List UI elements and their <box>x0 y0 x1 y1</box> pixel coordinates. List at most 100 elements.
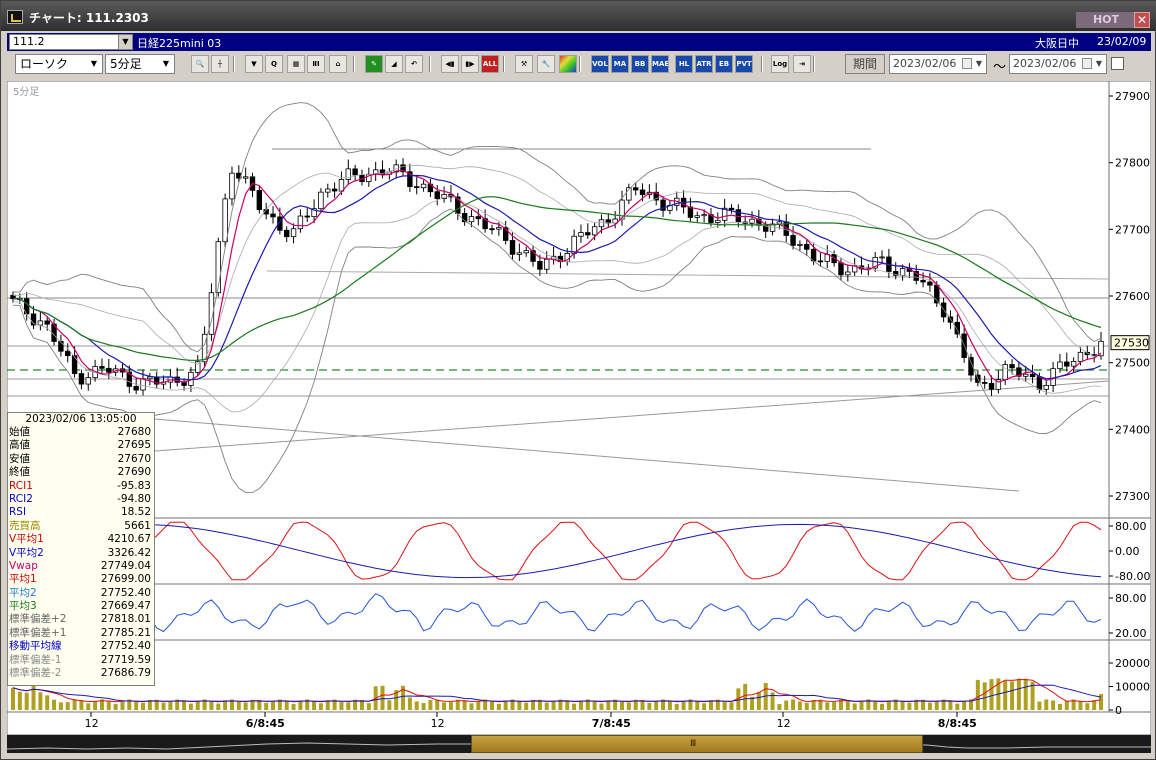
candle-body <box>1036 376 1043 390</box>
info-label: 標準偏差+1 <box>9 626 67 639</box>
vol-button[interactable]: VOL <box>591 55 609 73</box>
volume-bar <box>832 702 837 710</box>
info-value: 27669.47 <box>100 600 151 613</box>
horizontal-scrollbar[interactable]: Ⅲ <box>7 735 1151 753</box>
volume-bar <box>236 701 241 710</box>
info-label: RSI <box>9 506 27 519</box>
volume-bar <box>1051 700 1056 710</box>
volume-bar <box>366 703 371 710</box>
date-range-separator: ～ <box>993 60 1007 75</box>
volume-bar <box>414 701 419 710</box>
export-icon[interactable]: ⇥ <box>793 55 811 73</box>
zoom-icon[interactable]: 🔍 <box>191 55 209 73</box>
chart-window: チャート: 111.2303 HOT ✕ 111.2 ▼ 日経225mini 0… <box>0 0 1156 760</box>
info-label: 標準偏差-1 <box>9 653 62 666</box>
candle-down-icon[interactable]: ▼ <box>245 55 263 73</box>
ebea-button[interactable]: EB <box>715 55 733 73</box>
mae-button[interactable]: MAE <box>651 55 669 73</box>
toolbar-separator <box>761 56 763 72</box>
ma-button[interactable]: MA <box>611 55 629 73</box>
chart-type-select[interactable]: ローソク ▼ <box>15 54 103 74</box>
pen-icon[interactable]: ✎ <box>365 55 383 73</box>
info-label: RCI2 <box>9 492 33 505</box>
candle-body <box>318 191 324 210</box>
candle-body <box>899 268 906 276</box>
candle-body <box>585 232 591 236</box>
candle-body <box>845 271 851 276</box>
volume-bar <box>565 700 570 710</box>
candle-body <box>516 252 523 255</box>
volume-bar <box>120 700 125 710</box>
chevron-down-icon[interactable]: ▼ <box>159 56 173 72</box>
info-value: 27785.21 <box>100 626 151 639</box>
period-button[interactable]: 期間 <box>845 54 885 74</box>
volume-bar <box>476 701 481 710</box>
volume-bar <box>572 703 577 710</box>
volume-bar <box>38 692 43 710</box>
all-button[interactable]: ALL <box>481 55 499 73</box>
rci-tick-label: 0.00 <box>1115 545 1140 558</box>
compare-icon[interactable]: ⅡⅠ <box>307 55 325 73</box>
info-row: 高値 27695 <box>8 439 154 452</box>
price-tick-label: 27700 <box>1115 223 1150 236</box>
date-checkbox[interactable] <box>1111 57 1124 70</box>
calendar-icon[interactable] <box>962 58 972 69</box>
crosshair-icon[interactable]: ┼ <box>211 55 229 73</box>
toolbar-separator <box>353 56 355 72</box>
volume-bar <box>106 700 111 710</box>
price-tick-label: 27300 <box>1115 490 1150 503</box>
volume-bar <box>667 700 672 710</box>
atr-button[interactable]: ATR <box>695 55 713 73</box>
chevron-down-icon[interactable]: ▼ <box>118 35 132 49</box>
interval-select[interactable]: 5分足 ▼ <box>105 54 175 74</box>
log-button[interactable]: Log <box>771 55 789 73</box>
volume-tick-label: 20000 <box>1115 657 1150 670</box>
candle-left-icon[interactable]: ◀▮ <box>441 55 459 73</box>
close-icon[interactable]: ✕ <box>1134 12 1150 28</box>
volume-bar <box>168 701 173 710</box>
hl-button[interactable]: HL <box>675 55 693 73</box>
volume-bar <box>407 697 412 710</box>
volume-bar <box>907 702 912 710</box>
symbol-code-select[interactable]: 111.2 ▼ <box>9 34 133 50</box>
candle-right-icon[interactable]: ▮▶ <box>461 55 479 73</box>
volume-bar <box>654 701 659 710</box>
lock-icon[interactable]: ⌂ <box>329 55 347 73</box>
date-from-field[interactable]: 2023/02/06 ▼ <box>889 54 987 74</box>
candle-body <box>804 243 810 250</box>
info-label: 移動平均線 <box>9 640 62 653</box>
pvt-button[interactable]: PVT <box>735 55 753 73</box>
multi-chart-icon[interactable]: ▦ <box>287 55 305 73</box>
candle-body <box>496 227 502 230</box>
date-to-field[interactable]: 2023/02/06 ▼ <box>1009 54 1107 74</box>
candle-body <box>537 261 543 270</box>
tool-icon[interactable]: ⚒ <box>515 55 533 73</box>
title-bar[interactable]: チャート: 111.2303 HOT ✕ <box>1 1 1156 31</box>
price-chart[interactable]: 5分足 27900 27800 27700 27600 27500 27400 27300 27… <box>7 81 1151 735</box>
scrollbar-thumb[interactable]: Ⅲ <box>471 735 923 753</box>
wrench-icon[interactable]: 🔧 <box>537 55 555 73</box>
eraser-icon[interactable]: ◢ <box>385 55 403 73</box>
info-row: 売買高 5661 <box>8 520 154 533</box>
chevron-down-icon[interactable]: ▼ <box>973 55 985 73</box>
chevron-down-icon[interactable]: ▼ <box>1093 55 1105 73</box>
info-row: V平均1 4210.67 <box>8 533 154 546</box>
candle-body <box>1029 373 1036 378</box>
volume-bar <box>1003 680 1008 710</box>
toolbar-separator <box>429 56 431 72</box>
hot-button[interactable]: HOT <box>1076 12 1136 28</box>
volume-bar <box>134 701 139 710</box>
price-tick-label: 27500 <box>1115 357 1150 370</box>
palette-icon[interactable] <box>559 55 577 73</box>
candle-search-icon[interactable]: Q <box>265 55 283 73</box>
bb-button[interactable]: BB <box>631 55 649 73</box>
chevron-down-icon[interactable]: ▼ <box>87 56 101 72</box>
volume-bar <box>886 700 891 710</box>
date-to-value: 2023/02/06 <box>1013 57 1077 70</box>
chart-area[interactable]: 5分足 27900 27800 27700 27600 27500 27400 27300 27… <box>7 81 1151 735</box>
info-row: RSI 18.52 <box>8 506 154 519</box>
candle-body <box>147 376 153 380</box>
calendar-icon[interactable] <box>1082 58 1092 69</box>
info-value: 27818.01 <box>100 613 151 626</box>
undo-icon[interactable]: ↶ <box>405 55 423 73</box>
